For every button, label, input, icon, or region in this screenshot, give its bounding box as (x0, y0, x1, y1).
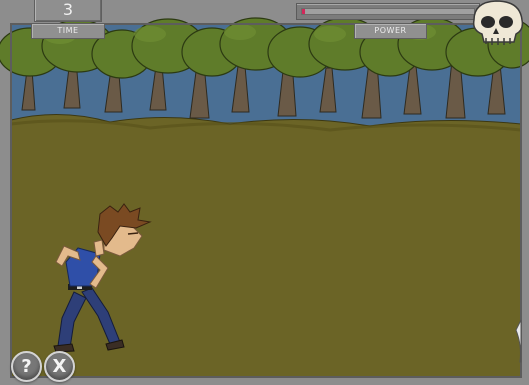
time-value: 3 (62, 0, 74, 19)
game-stage: 3 TIME POWER ? X (0, 0, 529, 385)
power-label: POWER (354, 23, 427, 39)
close-button[interactable]: X (44, 351, 75, 382)
ground (10, 113, 522, 378)
game-scene (0, 0, 529, 385)
help-button[interactable]: ? (11, 351, 42, 382)
time-label: TIME (31, 23, 105, 39)
power-meter (296, 3, 480, 20)
time-display: 3 (34, 0, 102, 22)
power-meter-track (301, 8, 475, 15)
power-meter-fill (302, 9, 306, 14)
skull-icon (472, 0, 524, 45)
